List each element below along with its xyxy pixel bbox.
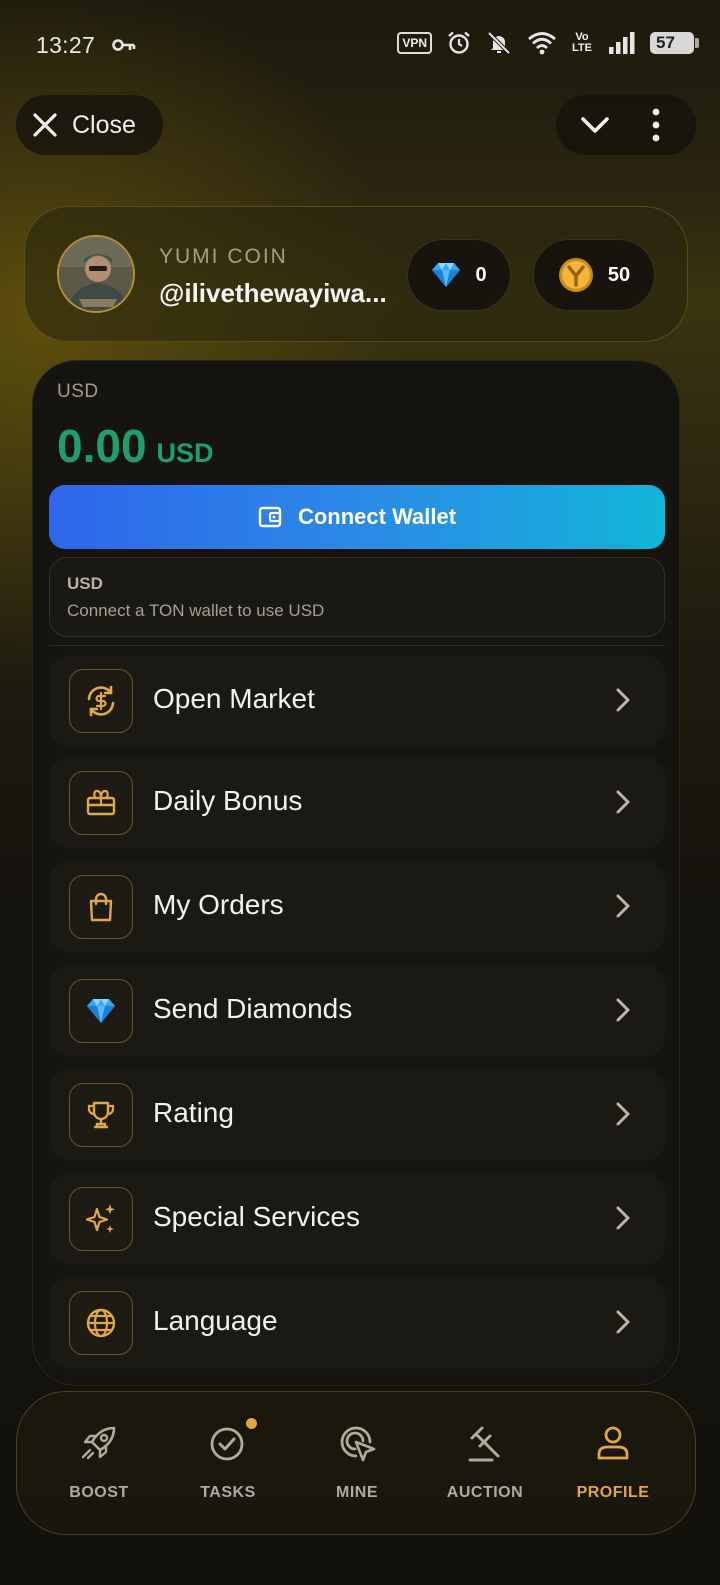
currency-label: USD [57,381,99,402]
volte-icon: Vo LTE [572,32,592,54]
chevron-right-icon [616,1206,630,1230]
battery-level: 57 [656,33,675,52]
top-actions [556,95,696,155]
menu-item-send-diamonds[interactable]: Send Diamonds [49,965,665,1057]
info-subtitle: Connect a TON wallet to use USD [67,601,325,620]
menu-label: Special Services [153,1201,360,1232]
menu-label: Open Market [153,683,315,714]
wallet-panel: USD 0.00 USD Connect Wallet USD Connect … [32,360,680,1386]
nav-mine[interactable]: MINE [293,1422,421,1502]
menu-item-daily-bonus[interactable]: Daily Bonus [49,757,665,849]
check-circle-icon [207,1418,257,1464]
globe-icon [69,1291,133,1355]
gavel-icon [468,1426,500,1462]
user-icon [597,1426,629,1460]
volte-bottom: LTE [572,42,592,54]
yumi-coin-icon [558,258,593,292]
username: @ilivethewayiwa... [159,278,387,308]
diamond-count: 0 [475,263,487,286]
info-title: USD [67,574,103,593]
battery-icon: 57 [650,32,699,54]
connect-wallet-label: Connect Wallet [297,504,457,529]
profile-card: YUMI COIN @ilivethewayiwa... 0 50 [24,206,688,342]
nav-tasks[interactable]: TASKS [164,1418,292,1502]
connect-wallet-button[interactable]: Connect Wallet [49,485,665,549]
nav-label: MINE [336,1484,378,1501]
nav-label: BOOST [69,1484,129,1501]
status-icons: VPN Vo LTE 57 [397,30,699,56]
status-time: 13:27 [36,32,96,58]
exchange-dollar-icon [69,669,133,733]
trophy-icon [69,1083,133,1147]
diamond-balance-pill[interactable]: 0 [407,239,511,311]
signal-icon [609,32,635,54]
chevron-right-icon [616,998,630,1022]
chevron-down-icon[interactable] [578,109,612,141]
vpn-icon: VPN [397,32,433,54]
menu-item-special-services[interactable]: Special Services [49,1173,665,1265]
nav-auction[interactable]: AUCTION [421,1422,549,1502]
menu-item-open-market[interactable]: Open Market [49,655,665,747]
chevron-right-icon [616,1310,630,1334]
more-vertical-icon[interactable] [648,107,664,143]
nav-label: AUCTION [446,1484,524,1501]
avatar-image [59,237,133,311]
coin-count: 50 [607,263,631,286]
bottom-navigation: BOOST TASKS MINE AUCTION PROFILE [16,1391,696,1535]
sparkles-icon [69,1187,133,1251]
menu-item-language[interactable]: Language [49,1277,665,1369]
menu-label: Rating [153,1097,234,1128]
avatar[interactable] [57,235,135,313]
usd-info-box: USD Connect a TON wallet to use USD [49,557,665,637]
close-icon [33,113,57,137]
menu-label: Send Diamonds [153,993,353,1024]
diamond-icon [69,979,133,1043]
nav-boost[interactable]: BOOST [35,1422,163,1502]
wifi-icon [528,32,556,55]
rocket-icon [81,1426,116,1460]
shopping-bag-icon [69,875,133,939]
menu-label: Daily Bonus [153,785,303,816]
menu-item-rating[interactable]: Rating [49,1069,665,1161]
diamond-icon [432,263,461,287]
chevron-right-icon [616,1102,630,1126]
chevron-right-icon [616,790,630,814]
menu-label: My Orders [153,889,284,920]
balance-currency: USD [156,438,214,468]
nav-profile[interactable]: PROFILE [549,1422,677,1502]
close-label: Close [72,110,136,139]
wallet-icon [258,506,282,528]
key-icon [112,39,136,51]
nav-label: PROFILE [576,1484,650,1501]
balance-amount: 0.00 [57,420,147,472]
balance: 0.00 USD [57,419,214,473]
cursor-click-icon [340,1426,376,1462]
app-name: YUMI COIN [159,245,288,268]
divider [49,645,665,646]
menu-label: Language [153,1305,278,1336]
close-button[interactable]: Close [16,95,163,155]
alarm-icon [448,31,470,54]
notification-dot [246,1418,257,1429]
status-bar: 13:27 VPN Vo LTE 57 [0,0,720,92]
menu-item-my-orders[interactable]: My Orders [49,861,665,953]
coin-balance-pill[interactable]: 50 [533,239,655,311]
chevron-right-icon [616,688,630,712]
bell-muted-icon [487,31,511,55]
chevron-right-icon [616,894,630,918]
gift-icon [69,771,133,835]
nav-label: TASKS [200,1484,256,1501]
